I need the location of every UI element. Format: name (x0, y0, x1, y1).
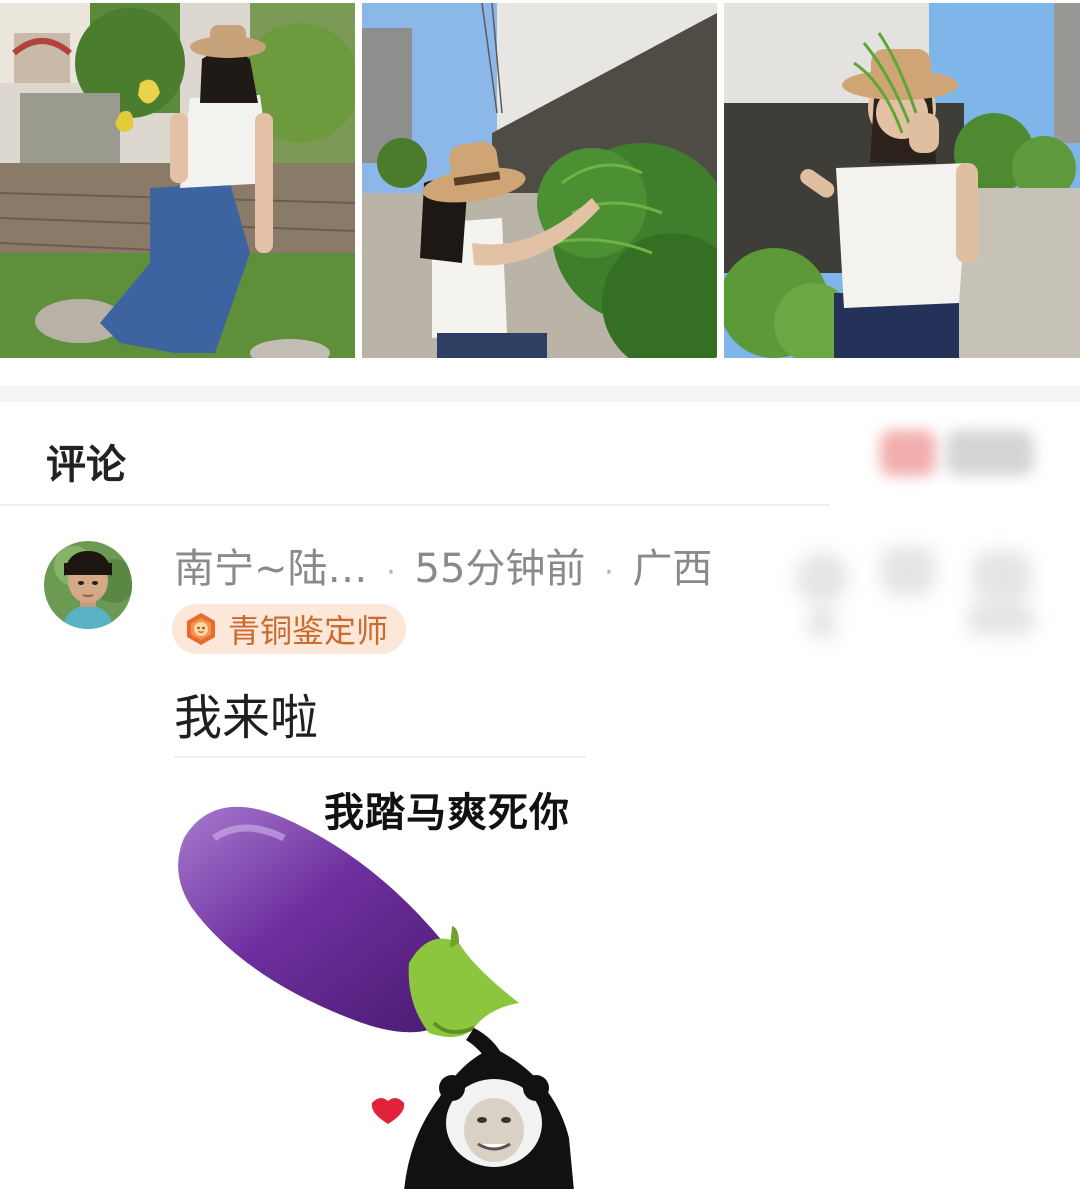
blurred-sort-label[interactable] (946, 430, 1034, 476)
badge-label: 青铜鉴定师 (228, 612, 389, 650)
user-badge[interactable]: 青铜鉴定师 (172, 604, 407, 654)
blurred-action-1-count (808, 606, 836, 640)
photo-fern-over-face[interactable] (724, 3, 1080, 358)
comment-username[interactable]: 南宁~陆… (174, 546, 368, 592)
bronze-appraiser-icon (187, 613, 215, 645)
meta-separator: · (604, 555, 614, 590)
comments-header: 评论 (0, 402, 1080, 506)
avatar[interactable] (44, 541, 132, 629)
photo-garden-seated[interactable] (0, 3, 355, 358)
comment-location: 广西 (632, 546, 713, 592)
comments-title: 评论 (46, 442, 126, 488)
comment-time: 55分钟前 (414, 546, 586, 592)
blurred-action-3[interactable] (972, 550, 1032, 602)
photo-touching-fern[interactable] (362, 3, 717, 358)
blurred-sort-icon[interactable] (880, 430, 936, 476)
blurred-action-1[interactable] (796, 552, 848, 604)
blurred-action-3-count (966, 602, 1036, 636)
sticker-caption: 我踏马爽死你 (324, 790, 570, 836)
meta-separator: · (386, 555, 396, 590)
comment-meta: 南宁~陆… · 55分钟前 · 广西 (174, 536, 712, 594)
blurred-action-2[interactable] (880, 546, 936, 596)
comment-text: 我来啦 (174, 690, 319, 746)
eggplant-panda-sticker[interactable]: 我踏马爽死你 (174, 756, 586, 1189)
section-divider (0, 386, 1080, 402)
photo-grid (0, 0, 1080, 358)
comment-item: 南宁~陆… · 55分钟前 · 广西 青铜鉴定师 我来啦 我踏马爽死你 (0, 506, 1080, 1189)
